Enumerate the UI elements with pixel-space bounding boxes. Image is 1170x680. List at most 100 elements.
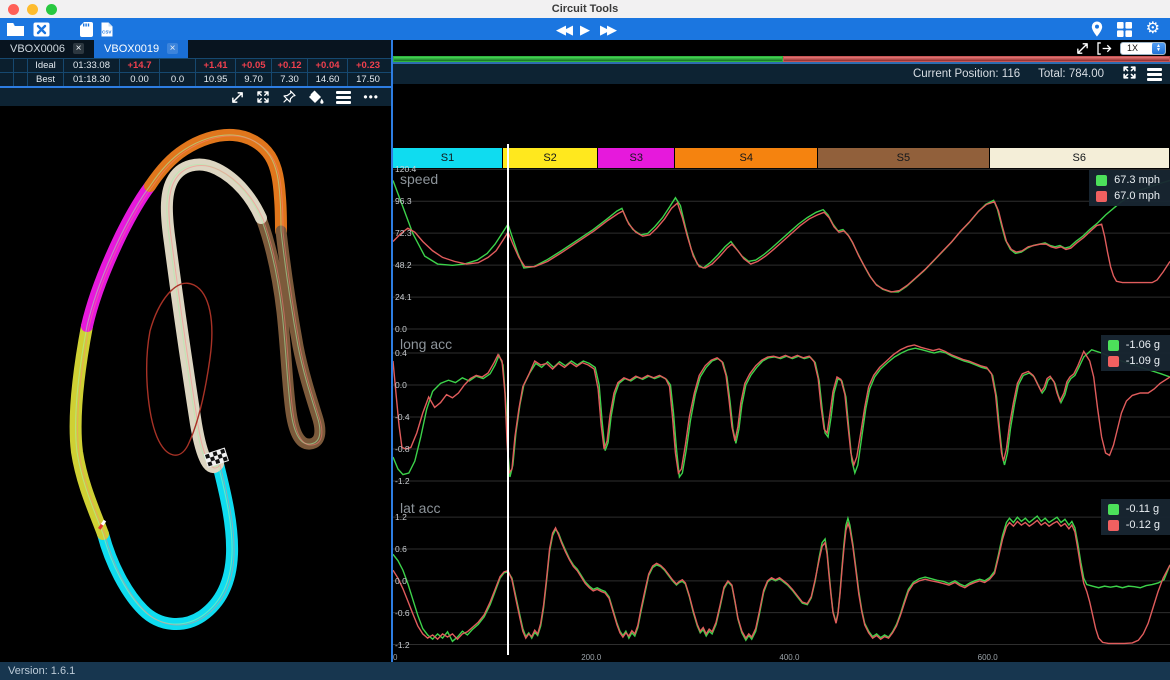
sector-s4: S4 xyxy=(675,148,818,168)
trace-lap-red xyxy=(393,345,1170,473)
zoom-scale-select[interactable]: 1X ▲ ▼ xyxy=(1120,42,1166,55)
y-tick-label: 96.3 xyxy=(395,196,412,206)
delta-cell: 0.00 xyxy=(120,73,160,86)
sector-s3: S3 xyxy=(598,148,675,168)
graph-fullscreen-button[interactable] xyxy=(1122,65,1137,83)
sector-cell: +1.41 xyxy=(196,59,236,72)
sector-cell: 14.60 xyxy=(308,73,348,86)
export-arrow-icon xyxy=(1097,42,1112,55)
legend-swatch-green xyxy=(1108,340,1119,351)
chart-lat-acc[interactable]: lat acc -0.11 g -0.12 g 1.20.60.0-0.6-1.… xyxy=(393,497,1170,653)
close-tab-icon[interactable]: × xyxy=(167,43,178,54)
window-controls[interactable] xyxy=(8,4,57,15)
chart-speed[interactable]: speed 67.3 mph 67.0 mph 120.496.372.348.… xyxy=(393,168,1170,333)
sector-cell: 9.70 xyxy=(236,73,272,86)
graph-resize-button[interactable] xyxy=(1076,42,1089,55)
sector-s6: S6 xyxy=(990,148,1170,168)
chart-legend: -0.11 g -0.12 g xyxy=(1101,499,1170,535)
graph-menu-button[interactable] xyxy=(1147,68,1162,81)
minimize-window-button[interactable] xyxy=(27,4,38,15)
chart-canvas-lat-acc xyxy=(393,497,1170,653)
y-tick-label: -1.2 xyxy=(395,640,410,650)
map-menu-button[interactable] xyxy=(336,91,351,104)
legend-value: -1.09 g xyxy=(1126,355,1160,367)
track-sector-s1-path xyxy=(103,464,232,624)
sector-cell: 17.50 xyxy=(348,73,388,86)
chart-long-acc[interactable]: long acc -1.06 g -1.09 g 0.40.0-0.4-0.8-… xyxy=(393,333,1170,497)
open-folder-button[interactable] xyxy=(6,22,25,37)
file-tab-bar: VBOX0006 × VBOX0019 × xyxy=(0,40,391,58)
delta-cell: +14.7 xyxy=(120,59,160,72)
version-label: Version: 1.6.1 xyxy=(8,665,75,677)
chart-legend: -1.06 g -1.09 g xyxy=(1101,335,1170,371)
legend-swatch-green xyxy=(1096,175,1107,186)
y-tick-label: 0.4 xyxy=(395,348,407,358)
close-window-button[interactable] xyxy=(8,4,19,15)
main-area: VBOX0006 × VBOX0019 × Ideal 01:33.08 +14… xyxy=(0,40,1170,662)
close-file-button[interactable] xyxy=(33,22,50,37)
close-tab-icon[interactable]: × xyxy=(73,43,84,54)
y-tick-label: -0.8 xyxy=(395,444,410,454)
fast-forward-button[interactable]: ▶▶ xyxy=(600,23,614,36)
sector-cell: +0.05 xyxy=(236,59,272,72)
map-marker-button[interactable] xyxy=(1091,21,1103,37)
tab-vbox0019[interactable]: VBOX0019 × xyxy=(94,40,188,58)
sector-cell: +0.23 xyxy=(348,59,388,72)
y-tick-label: -0.6 xyxy=(395,608,410,618)
x-tick-label: 600.0 xyxy=(978,653,998,662)
close-file-icon xyxy=(33,22,50,37)
sector-cell: +0.04 xyxy=(308,59,348,72)
settings-button[interactable]: ⚙ xyxy=(1146,21,1160,37)
tab-vbox0006[interactable]: VBOX0006 × xyxy=(0,40,94,58)
map-more-button[interactable]: ••• xyxy=(363,90,379,104)
csv-file-icon: CSV xyxy=(101,22,113,37)
stepper-control[interactable]: ▲ ▼ xyxy=(1152,42,1165,55)
graph-export-button[interactable] xyxy=(1097,42,1112,55)
layout-grid-button[interactable] xyxy=(1117,22,1132,37)
export-csv-button[interactable]: CSV xyxy=(101,22,113,37)
legend-value: -0.12 g xyxy=(1126,519,1160,531)
y-tick-label: 0.0 xyxy=(395,380,407,390)
stepper-down-icon: ▼ xyxy=(1156,48,1161,53)
table-row-best: Best 01:18.30 0.00 0.0 10.95 9.70 7.30 1… xyxy=(0,73,391,87)
chart-label: long acc xyxy=(400,336,452,352)
track-map-area[interactable] xyxy=(0,106,391,662)
legend-value: 67.0 mph xyxy=(1114,190,1160,202)
legend-swatch-green xyxy=(1108,504,1119,515)
y-tick-label: -1.2 xyxy=(395,476,410,486)
current-position-label: Current Position: 116 xyxy=(913,68,1020,80)
map-resize-button[interactable] xyxy=(231,91,244,104)
map-pin-button[interactable] xyxy=(282,90,296,104)
track-sector-s6-path xyxy=(167,165,261,467)
map-color-fill-button[interactable] xyxy=(308,90,324,104)
y-tick-label: 1.2 xyxy=(395,512,407,522)
delta-cell: 0.0 xyxy=(160,73,196,86)
location-pin-icon xyxy=(1091,21,1103,37)
title-bar: Circuit Tools xyxy=(0,0,1170,18)
playback-controls: ◀◀ ▶ ▶▶ xyxy=(556,23,614,36)
play-button[interactable]: ▶ xyxy=(580,23,590,36)
row-label: Best xyxy=(28,73,64,86)
trace-lap-green xyxy=(393,348,1170,477)
zoom-window-button[interactable] xyxy=(46,4,57,15)
graph-header: Current Position: 116 Total: 784.00 xyxy=(393,62,1170,84)
y-tick-label: 72.3 xyxy=(395,228,412,238)
expand-arrows-icon xyxy=(256,90,270,104)
rewind-button[interactable]: ◀◀ xyxy=(556,23,570,36)
zoom-scale-value: 1X xyxy=(1121,43,1152,53)
map-fullscreen-button[interactable] xyxy=(256,90,270,104)
sector-cell: 10.95 xyxy=(196,73,236,86)
paint-bucket-icon xyxy=(308,90,324,104)
toolbar: CSV ◀◀ ▶ ▶▶ ⚙ xyxy=(0,18,1170,40)
legend-swatch-red xyxy=(1108,356,1119,367)
grid-icon xyxy=(1117,22,1132,37)
expand-arrows-icon xyxy=(1122,65,1137,80)
legend-value: 67.3 mph xyxy=(1114,174,1160,186)
tab-label: VBOX0019 xyxy=(104,43,159,55)
chart-canvas-long-acc xyxy=(393,333,1170,497)
import-sd-card-button[interactable] xyxy=(80,22,93,37)
playback-cursor[interactable] xyxy=(507,144,509,655)
sector-s2: S2 xyxy=(503,148,598,168)
tab-label: VBOX0006 xyxy=(10,43,65,55)
gear-icon: ⚙ xyxy=(1146,21,1160,37)
